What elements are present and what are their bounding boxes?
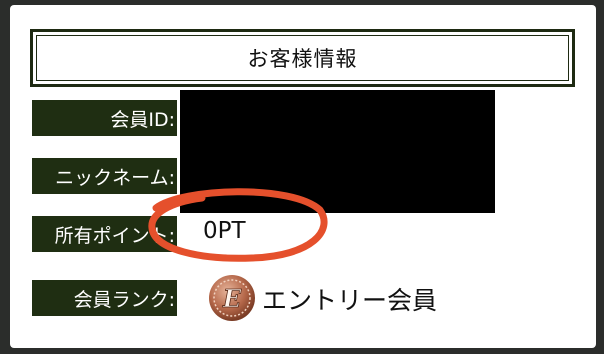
entry-medal-icon: E [209,275,255,321]
page-title: お客様情報 [36,35,569,81]
annotation-circle [148,188,328,262]
medal-letter: E [222,284,242,313]
rank-label: 会員ランク: [32,280,177,316]
rank-value: エントリー会員 [262,286,438,315]
member-id-label: 会員ID: [32,100,177,136]
customer-info-header: お客様情報 [30,29,575,87]
